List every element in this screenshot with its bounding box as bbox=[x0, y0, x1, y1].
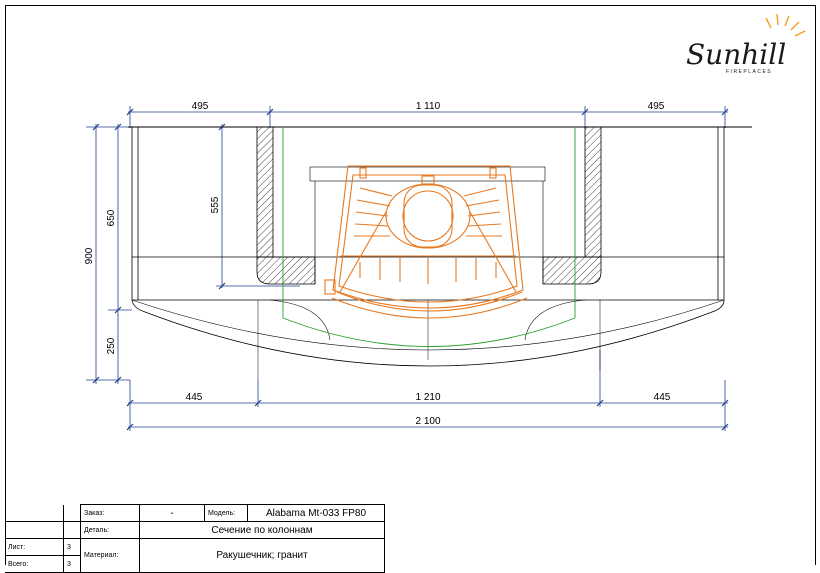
fireplace-section-drawing: Sunhill FIREPLACES 495 1 110 495 445 1 2… bbox=[84, 13, 806, 431]
model-label: Модель: bbox=[204, 504, 248, 522]
logo-brand: Sunhill bbox=[686, 38, 786, 71]
dim-bottom-right: 445 bbox=[654, 392, 671, 403]
sun-rays-icon bbox=[765, 13, 806, 37]
dimension-ticks bbox=[92, 108, 729, 431]
sheet-label: Лист: bbox=[5, 538, 64, 556]
clearance-line bbox=[282, 127, 576, 347]
stamp-blank-3 bbox=[5, 521, 64, 539]
detail-value: Сечение по колоннам bbox=[139, 521, 385, 539]
right-column bbox=[542, 126, 602, 285]
inner-opening bbox=[269, 166, 586, 341]
logo-tagline: FIREPLACES bbox=[726, 69, 772, 75]
sunhill-logo: Sunhill FIREPLACES bbox=[686, 13, 806, 75]
model-value: Alabama Mt-033 FP80 bbox=[247, 504, 385, 522]
order-value: - bbox=[139, 504, 205, 522]
dim-bottom-left: 445 bbox=[186, 392, 203, 403]
detail-label: Деталь: bbox=[80, 521, 140, 539]
title-block: Заказ: - Модель: Alabama Mt-033 FP80 Дет… bbox=[5, 504, 385, 573]
left-column bbox=[256, 126, 316, 285]
material-label: Материал: bbox=[80, 538, 140, 573]
firebox-fp80 bbox=[324, 165, 528, 319]
dim-height-upper: 650 bbox=[106, 209, 117, 226]
order-label: Заказ: bbox=[80, 504, 140, 522]
dim-bottom-center: 1 210 bbox=[415, 392, 440, 403]
dim-height-inner: 555 bbox=[210, 196, 221, 213]
total-value: 3 bbox=[63, 555, 81, 573]
dim-height-total: 900 bbox=[84, 247, 95, 264]
dimension-lines bbox=[86, 106, 728, 431]
stamp-blank-4 bbox=[63, 521, 81, 539]
dim-height-lower: 250 bbox=[106, 337, 117, 354]
dim-top-right: 495 bbox=[648, 101, 665, 112]
sheet-value: 3 bbox=[63, 538, 81, 556]
material-value: Ракушечник; гранит bbox=[139, 538, 385, 573]
total-label: Всего: bbox=[5, 555, 64, 573]
dim-top-center: 1 110 bbox=[416, 101, 441, 112]
stamp-blank-2 bbox=[63, 504, 81, 522]
dim-top-left: 495 bbox=[192, 101, 209, 112]
mantel-outline bbox=[131, 127, 725, 380]
stamp-blank-1 bbox=[5, 504, 64, 522]
dim-overall: 2 100 bbox=[415, 416, 440, 427]
